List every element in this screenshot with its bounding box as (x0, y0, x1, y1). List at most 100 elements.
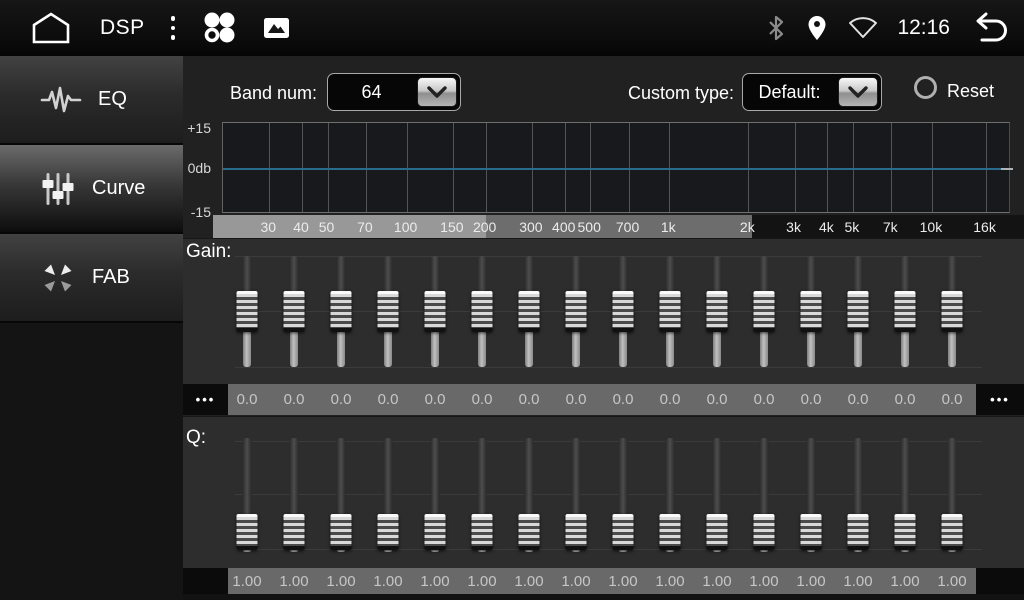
gain-slider[interactable] (224, 239, 271, 384)
q-slider[interactable] (553, 417, 600, 568)
slider-knob[interactable] (237, 514, 258, 550)
gain-slider[interactable] (365, 239, 412, 384)
slider-knob[interactable] (942, 514, 963, 550)
freq-axis-strip[interactable]: 304050701001502003004005007001k2k3k4k5k7… (213, 215, 1024, 240)
slider-track (290, 438, 299, 516)
slider-track (337, 330, 345, 367)
slider-knob[interactable] (660, 291, 681, 332)
slider-knob[interactable] (848, 291, 869, 332)
q-slider[interactable] (835, 417, 882, 568)
slider-knob[interactable] (942, 291, 963, 332)
slider-knob[interactable] (566, 514, 587, 550)
freq-tick-label: 50 (319, 215, 335, 240)
back-icon[interactable] (968, 10, 1014, 46)
chevron-down-icon[interactable] (838, 77, 878, 107)
y-tick-label: 0db (183, 160, 211, 176)
q-slider[interactable] (506, 417, 553, 568)
slider-knob[interactable] (754, 514, 775, 550)
gain-slider[interactable] (318, 239, 365, 384)
slider-knob[interactable] (707, 291, 728, 332)
q-value: 1.00 (553, 568, 600, 594)
chevron-down-icon[interactable] (417, 77, 457, 107)
wifi-icon (847, 15, 879, 41)
sidebar-item-fab[interactable]: FAB (0, 234, 183, 323)
q-slider[interactable] (412, 417, 459, 568)
slider-track (807, 330, 815, 367)
slider-knob[interactable] (425, 514, 446, 550)
q-slider[interactable] (647, 417, 694, 568)
gain-slider[interactable] (600, 239, 647, 384)
slider-knob[interactable] (848, 514, 869, 550)
slider-track (572, 256, 581, 295)
slider-knob[interactable] (707, 514, 728, 550)
reset-radio[interactable] (914, 76, 937, 99)
slider-knob[interactable] (613, 291, 634, 332)
gain-slider[interactable] (741, 239, 788, 384)
slider-knob[interactable] (331, 291, 352, 332)
slider-knob[interactable] (284, 291, 305, 332)
slider-knob[interactable] (425, 291, 446, 332)
slider-track (337, 438, 346, 516)
slider-track (854, 256, 863, 295)
gain-slider[interactable] (694, 239, 741, 384)
slider-knob[interactable] (660, 514, 681, 550)
slider-knob[interactable] (754, 291, 775, 332)
q-slider[interactable] (459, 417, 506, 568)
q-slider[interactable] (224, 417, 271, 568)
gain-slider[interactable] (271, 239, 318, 384)
custom-type-select[interactable]: Default: (742, 73, 882, 111)
sidebar-item-eq[interactable]: EQ (0, 56, 183, 145)
slider-knob[interactable] (895, 514, 916, 550)
q-slider[interactable] (600, 417, 647, 568)
slider-knob[interactable] (801, 514, 822, 550)
q-slider[interactable] (318, 417, 365, 568)
gain-slider[interactable] (647, 239, 694, 384)
slider-knob[interactable] (801, 291, 822, 332)
freq-tick-label: 100 (394, 215, 417, 240)
slider-knob[interactable] (331, 514, 352, 550)
overflow-menu-icon[interactable] (171, 16, 176, 40)
slider-track (431, 256, 440, 295)
slider-knob[interactable] (519, 291, 540, 332)
gain-slider[interactable] (788, 239, 835, 384)
slider-track (619, 438, 628, 516)
gain-slider[interactable] (506, 239, 553, 384)
q-slider[interactable] (882, 417, 929, 568)
slider-track (854, 330, 862, 367)
sidebar-item-curve[interactable]: Curve (0, 145, 183, 234)
freq-tick-label: 300 (519, 215, 542, 240)
q-slider[interactable] (788, 417, 835, 568)
freq-tick-label: 16k (973, 215, 996, 240)
slider-knob[interactable] (472, 514, 493, 550)
gain-slider[interactable] (929, 239, 976, 384)
slider-knob[interactable] (613, 514, 634, 550)
q-slider[interactable] (929, 417, 976, 568)
slider-knob[interactable] (895, 291, 916, 332)
gain-slider[interactable] (835, 239, 882, 384)
eq-curve-chart: +15 0db -15 3040507010015020030040050070… (183, 120, 1024, 238)
slider-knob[interactable] (284, 514, 305, 550)
eq-plot[interactable] (222, 122, 1010, 213)
gain-slider[interactable] (553, 239, 600, 384)
gallery-icon[interactable] (263, 17, 290, 39)
q-slider[interactable] (741, 417, 788, 568)
band-num-select[interactable]: 64 (327, 73, 461, 111)
q-value: 1.00 (600, 568, 647, 594)
home-icon[interactable] (28, 11, 74, 45)
gain-slider[interactable] (882, 239, 929, 384)
slider-knob[interactable] (472, 291, 493, 332)
slider-track (478, 330, 486, 367)
slider-knob[interactable] (237, 291, 258, 332)
q-slider[interactable] (271, 417, 318, 568)
q-slider[interactable] (365, 417, 412, 568)
slider-track (713, 256, 722, 295)
apps-icon[interactable] (201, 10, 237, 46)
slider-knob[interactable] (378, 291, 399, 332)
gain-slider[interactable] (412, 239, 459, 384)
slider-knob[interactable] (519, 514, 540, 550)
gain-slider[interactable] (459, 239, 506, 384)
slider-knob[interactable] (378, 514, 399, 550)
slider-knob[interactable] (566, 291, 587, 332)
response-curve-line (223, 168, 1003, 170)
q-slider[interactable] (694, 417, 741, 568)
